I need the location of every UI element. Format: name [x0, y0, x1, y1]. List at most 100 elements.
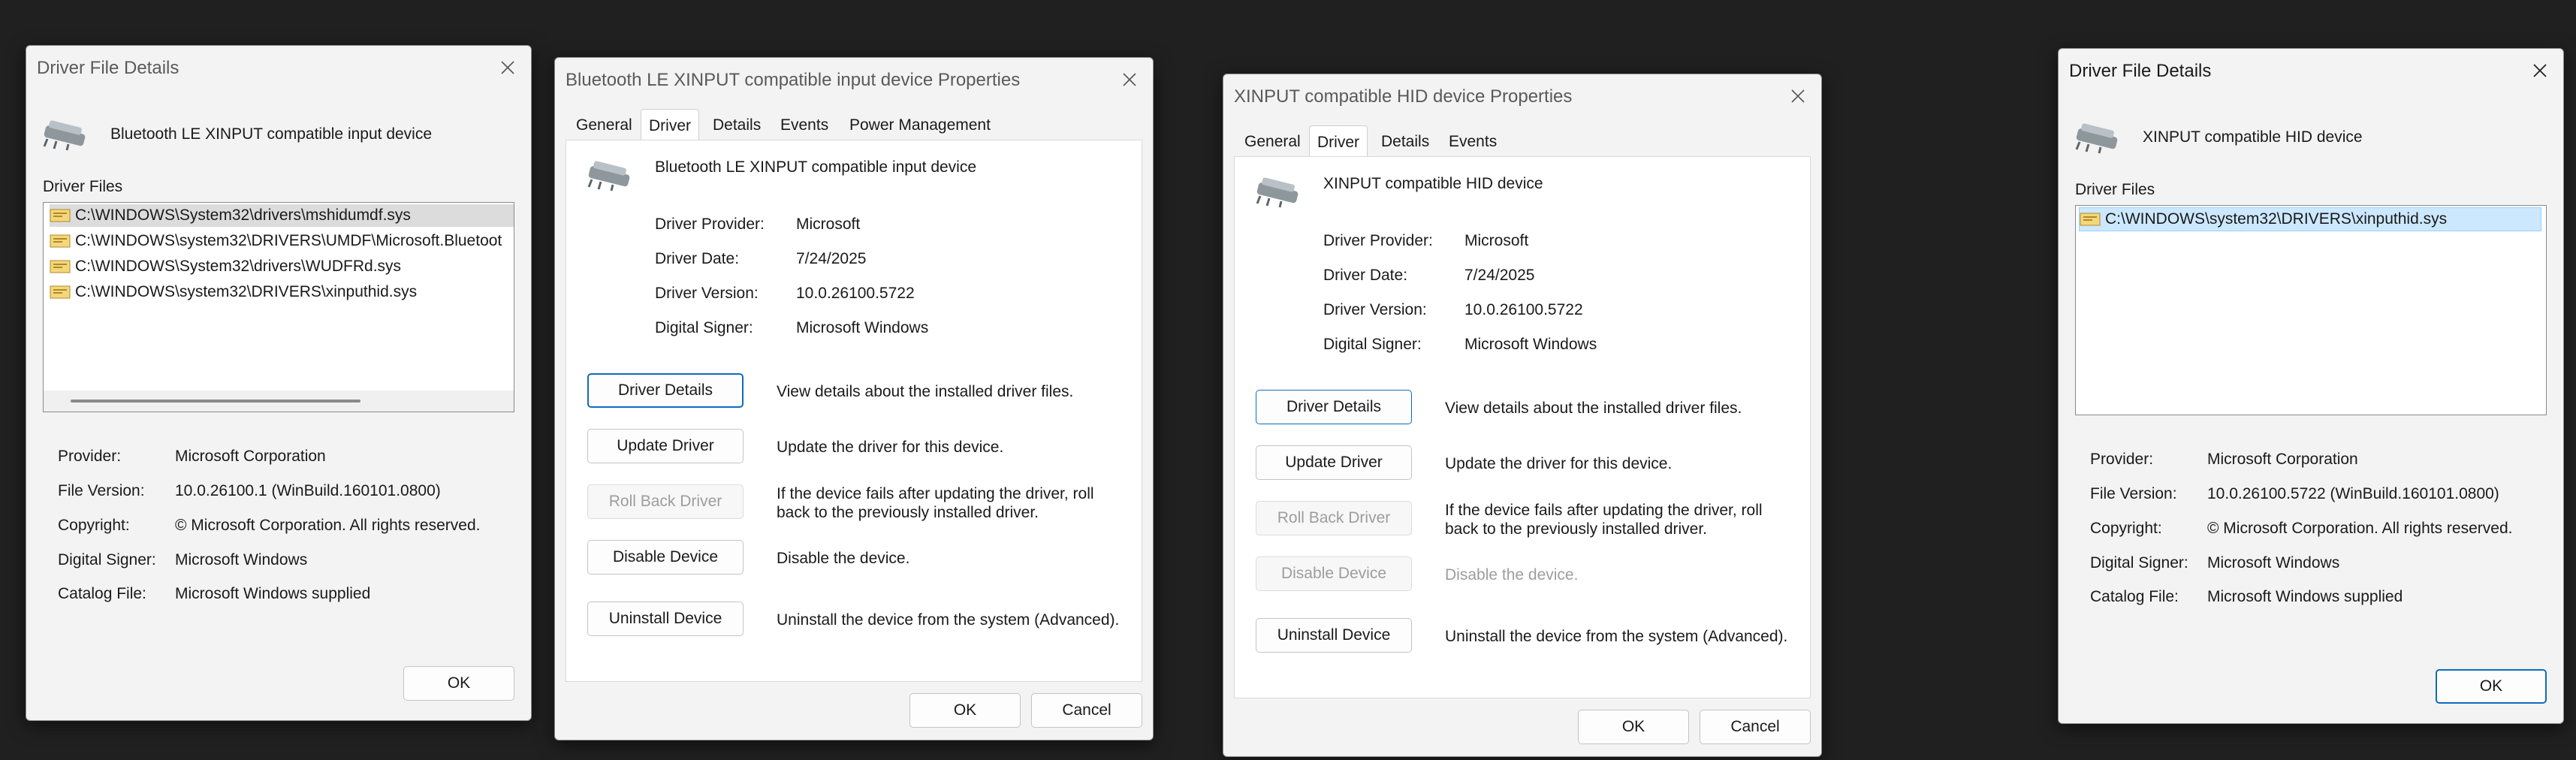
close-icon[interactable] [495, 55, 520, 80]
disable-device-button[interactable]: Disable Device [1256, 556, 1412, 591]
copyright-label: Copyright: [2090, 520, 2162, 537]
catalog-file-label: Catalog File: [58, 585, 146, 602]
roll-back-description-line2: back to the previously installed driver. [777, 504, 1039, 521]
file-version-label: File Version: [2090, 485, 2177, 502]
list-item[interactable]: C:\WINDOWS\system32\DRIVERS\xinputhid.sy… [50, 281, 421, 303]
uninstall-device-button[interactable]: Uninstall Device [1256, 618, 1412, 653]
window-title: Driver File Details [2069, 61, 2212, 81]
roll-back-description-line1: If the device fails after updating the d… [777, 485, 1094, 502]
update-driver-button[interactable]: Update Driver [587, 429, 744, 463]
title-bar[interactable]: Driver File Details [26, 46, 531, 89]
driver-version-value: 10.0.26100.5722 [1464, 301, 1583, 318]
gamepad-icon [2075, 123, 2118, 154]
list-item[interactable]: C:\WINDOWS\system32\DRIVERS\UMDF\Microso… [50, 230, 506, 252]
file-path: C:\WINDOWS\system32\DRIVERS\xinputhid.sy… [2105, 210, 2448, 228]
roll-back-driver-button[interactable]: Roll Back Driver [587, 484, 744, 519]
ok-button[interactable]: OK [1578, 710, 1689, 744]
driver-details-button[interactable]: Driver Details [1256, 390, 1412, 424]
provider-label: Provider: [2090, 451, 2154, 468]
tab-general[interactable]: General [576, 116, 632, 134]
driver-files-list[interactable]: C:\WINDOWS\System32\drivers\mshidumdf.sy… [43, 202, 514, 412]
catalog-file-value: Microsoft Windows supplied [175, 585, 371, 602]
driver-details-description: View details about the installed driver … [777, 383, 1074, 400]
uninstall-device-description: Uninstall the device from the system (Ad… [1445, 628, 1788, 645]
update-driver-description: Update the driver for this device. [777, 439, 1004, 456]
list-item[interactable]: C:\WINDOWS\system32\DRIVERS\xinputhid.sy… [2079, 207, 2541, 231]
close-icon[interactable] [2527, 58, 2553, 83]
device-name: Bluetooth LE XINPUT compatible input dev… [655, 158, 977, 176]
catalog-file-label: Catalog File: [2090, 588, 2179, 605]
driver-files-label: Driver Files [43, 178, 123, 195]
tab-driver[interactable]: Driver [641, 109, 699, 140]
file-version-value: 10.0.26100.5722 (WinBuild.160101.0800) [2207, 485, 2499, 502]
copyright-label: Copyright: [58, 517, 130, 534]
disable-device-button[interactable]: Disable Device [587, 540, 744, 575]
copyright-value: © Microsoft Corporation. All rights rese… [175, 517, 481, 534]
disable-device-description: Disable the device. [1445, 566, 1579, 584]
driver-file-icon [2080, 213, 2101, 226]
bluetooth-device-properties-window: Bluetooth LE XINPUT compatible input dev… [554, 57, 1154, 740]
provider-value: Microsoft Corporation [175, 448, 326, 465]
provider-value: Microsoft Corporation [2207, 451, 2358, 468]
tab-events[interactable]: Events [780, 116, 828, 134]
gamepad-icon [587, 161, 630, 192]
driver-date-value: 7/24/2025 [1464, 267, 1535, 284]
driver-files-list[interactable]: C:\WINDOWS\system32\DRIVERS\xinputhid.sy… [2075, 205, 2547, 415]
close-icon[interactable] [1117, 67, 1142, 92]
driver-version-value: 10.0.26100.5722 [796, 285, 915, 302]
device-name: XINPUT compatible HID device [1323, 175, 1543, 192]
driver-provider-label: Driver Provider: [1323, 232, 1433, 249]
digital-signer-value: Microsoft Windows [796, 319, 929, 336]
driver-provider-value: Microsoft [1464, 232, 1529, 249]
update-driver-button[interactable]: Update Driver [1256, 445, 1412, 480]
digital-signer-label: Digital Signer: [58, 551, 156, 568]
driver-file-icon [50, 234, 71, 248]
driver-provider-label: Driver Provider: [655, 216, 765, 233]
driver-provider-value: Microsoft [796, 216, 861, 233]
file-version-value: 10.0.26100.1 (WinBuild.160101.0800) [175, 482, 441, 499]
driver-file-icon [50, 260, 71, 273]
cancel-button[interactable]: Cancel [1031, 693, 1142, 728]
digital-signer-value: Microsoft Windows [1464, 336, 1597, 353]
scrollbar-thumb[interactable] [71, 400, 360, 403]
driver-details-description: View details about the installed driver … [1445, 400, 1742, 417]
title-bar[interactable]: XINPUT compatible HID device Properties [1223, 74, 1821, 118]
tab-power-management[interactable]: Power Management [849, 116, 991, 134]
horizontal-scrollbar[interactable] [44, 391, 514, 412]
disable-device-description: Disable the device. [777, 550, 910, 567]
tab-general[interactable]: General [1244, 133, 1301, 151]
title-bar[interactable]: Bluetooth LE XINPUT compatible input dev… [555, 58, 1153, 101]
window-title: Driver File Details [37, 58, 179, 78]
window-title: XINPUT compatible HID device Properties [1234, 86, 1573, 107]
close-icon[interactable] [1785, 83, 1811, 109]
driver-file-icon [50, 209, 71, 222]
title-bar[interactable]: Driver File Details [2059, 49, 2563, 92]
window-title: Bluetooth LE XINPUT compatible input dev… [566, 70, 1021, 90]
driver-file-details-window-2: Driver File Details XINPUT compatible HI… [2058, 48, 2564, 724]
file-path: C:\WINDOWS\System32\drivers\WUDFRd.sys [75, 258, 402, 275]
driver-tab-panel: Bluetooth LE XINPUT compatible input dev… [566, 140, 1142, 682]
tab-details[interactable]: Details [713, 116, 761, 134]
uninstall-device-description: Uninstall the device from the system (Ad… [777, 611, 1120, 629]
device-name: Bluetooth LE XINPUT compatible input dev… [110, 125, 433, 143]
uninstall-device-button[interactable]: Uninstall Device [587, 602, 744, 636]
file-path: C:\WINDOWS\System32\drivers\mshidumdf.sy… [75, 207, 411, 224]
cancel-button[interactable]: Cancel [1700, 710, 1811, 744]
tab-driver[interactable]: Driver [1309, 125, 1368, 157]
roll-back-driver-button[interactable]: Roll Back Driver [1256, 501, 1412, 535]
tab-details[interactable]: Details [1381, 133, 1429, 151]
driver-file-icon [50, 285, 71, 299]
list-item[interactable]: C:\WINDOWS\System32\drivers\mshidumdf.sy… [50, 204, 514, 227]
tab-events[interactable]: Events [1449, 133, 1497, 151]
ok-button[interactable]: OK [2436, 669, 2547, 704]
file-path: C:\WINDOWS\system32\DRIVERS\xinputhid.sy… [75, 283, 418, 300]
roll-back-description-line1: If the device fails after updating the d… [1445, 502, 1763, 519]
driver-details-button[interactable]: Driver Details [587, 373, 744, 408]
file-version-label: File Version: [58, 482, 145, 499]
digital-signer-label: Digital Signer: [1323, 336, 1422, 353]
ok-button[interactable]: OK [909, 693, 1021, 728]
list-item[interactable]: C:\WINDOWS\System32\drivers\WUDFRd.sys [50, 255, 406, 278]
hid-device-properties-window: XINPUT compatible HID device Properties … [1223, 74, 1822, 757]
digital-signer-label: Digital Signer: [655, 319, 753, 336]
ok-button[interactable]: OK [403, 666, 514, 701]
